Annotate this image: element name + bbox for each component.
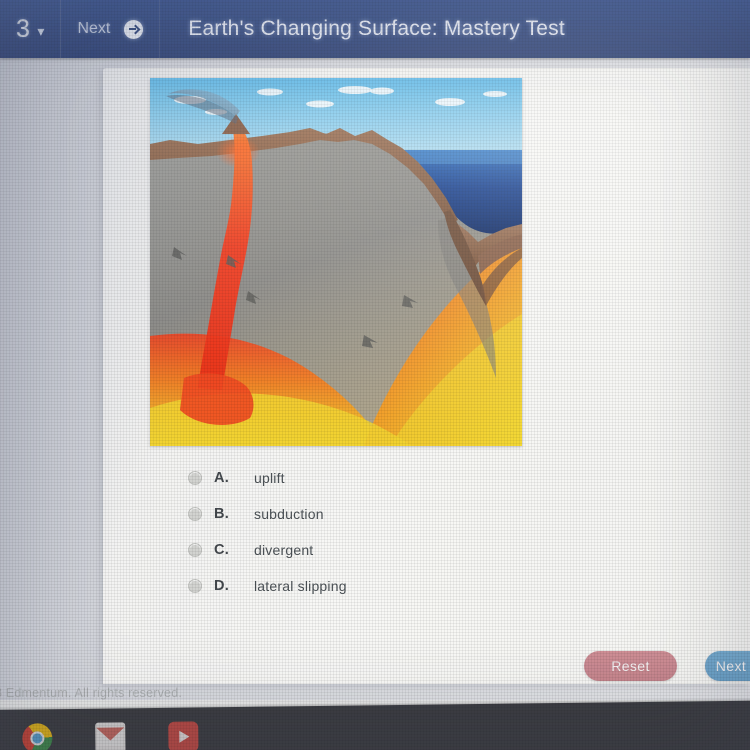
chevron-down-icon: ▾: [37, 23, 45, 39]
option-a-letter: A.: [214, 470, 230, 486]
option-c-letter: C.: [214, 542, 230, 558]
next-button[interactable]: Next: [705, 651, 750, 681]
next-nav-label: Next: [77, 20, 111, 37]
os-taskbar: [0, 700, 750, 750]
radio-button-a[interactable]: [188, 471, 202, 485]
app-header-bar: 3 ▾ Next Earth's Changing Surface: Maste…: [0, 0, 750, 58]
chrome-icon[interactable]: [22, 723, 53, 750]
radio-button-c[interactable]: [188, 543, 202, 557]
page-title: Earth's Changing Surface: Mastery Test: [188, 17, 565, 40]
question-number: 3: [16, 14, 31, 43]
question-selector[interactable]: 3 ▾: [0, 0, 62, 58]
copyright-text: 8 Edmentum. All rights reserved.: [0, 686, 183, 700]
option-d[interactable]: D. lateral slipping: [188, 568, 648, 604]
reset-button-label: Reset: [611, 658, 650, 674]
option-d-letter: D.: [214, 578, 230, 594]
arrow-right-circle-icon: [124, 19, 144, 39]
reset-button[interactable]: Reset: [584, 651, 677, 681]
subduction-diagram: [150, 78, 522, 446]
answer-options: A. uplift B. subduction C. divergent D. …: [188, 460, 648, 604]
monitor-photo: 3 ▾ Next Earth's Changing Surface: Maste…: [0, 0, 750, 750]
radio-button-b[interactable]: [188, 507, 202, 521]
next-nav-button[interactable]: Next: [61, 0, 161, 58]
option-a[interactable]: A. uplift: [188, 460, 648, 496]
subduction-diagram-svg: [150, 78, 522, 446]
radio-button-d[interactable]: [188, 579, 202, 593]
youtube-icon[interactable]: [168, 721, 199, 750]
question-card: A. uplift B. subduction C. divergent D. …: [103, 68, 750, 684]
option-a-text: uplift: [254, 470, 285, 486]
gmail-icon[interactable]: [95, 722, 126, 750]
option-b-letter: B.: [214, 506, 230, 522]
next-button-label: Next: [715, 658, 747, 674]
option-c-text: divergent: [254, 542, 314, 558]
option-b[interactable]: B. subduction: [188, 496, 648, 532]
option-c[interactable]: C. divergent: [188, 532, 648, 568]
taskbar-icon-group: [22, 721, 199, 750]
option-d-text: lateral slipping: [254, 578, 347, 594]
option-b-text: subduction: [254, 506, 324, 522]
